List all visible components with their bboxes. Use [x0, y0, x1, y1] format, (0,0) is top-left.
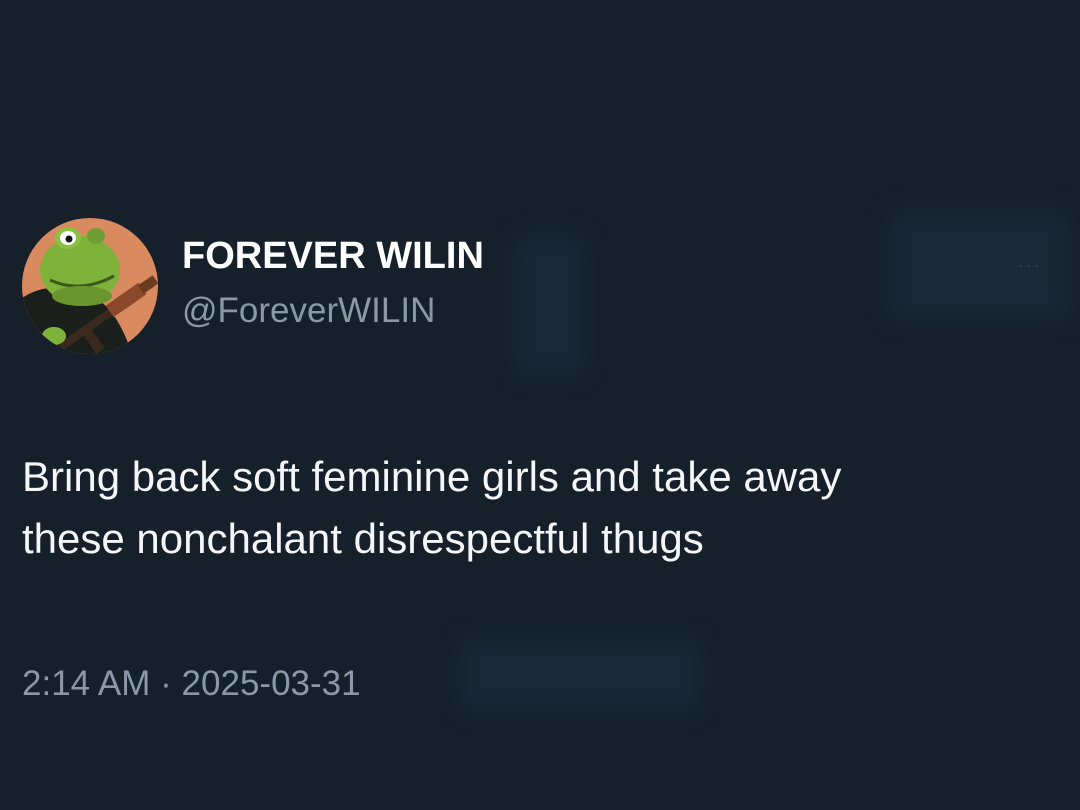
- tweet-header: FOREVER WILIN @ForeverWILIN: [22, 218, 484, 354]
- blur-artifact: [460, 640, 700, 710]
- tweet-date: 2025-03-31: [181, 664, 361, 703]
- user-handle[interactable]: @ForeverWILIN: [182, 289, 484, 333]
- tweet-timestamp[interactable]: 2:14 AM · 2025-03-31: [22, 662, 361, 706]
- tweet-time: 2:14 AM: [22, 664, 151, 703]
- meta-separator: ·: [160, 664, 172, 703]
- display-name[interactable]: FOREVER WILIN: [182, 233, 484, 279]
- blur-artifact: [890, 210, 1070, 320]
- more-dots-icon: ···: [1018, 255, 1042, 275]
- avatar[interactable]: [22, 218, 158, 354]
- blur-artifact: [515, 235, 585, 375]
- tweet-text: Bring back soft feminine girls and take …: [22, 453, 842, 562]
- frog-with-rifle-avatar-icon: [22, 218, 158, 354]
- author-names: FOREVER WILIN @ForeverWILIN: [182, 235, 484, 333]
- tweet-card: FOREVER WILIN @ForeverWILIN ··· Bring ba…: [0, 0, 1080, 810]
- more-options-button[interactable]: ···: [1018, 255, 1042, 276]
